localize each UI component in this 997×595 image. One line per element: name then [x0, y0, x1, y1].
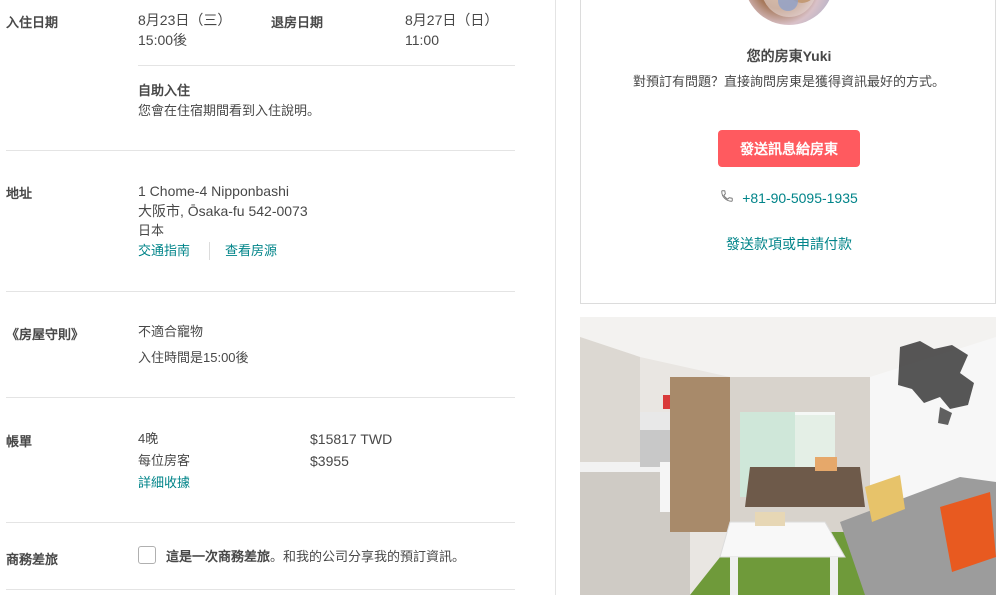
business-trip-text: 這是一次商務差旅。和我的公司分享我的預訂資訊。	[166, 547, 465, 567]
host-card: 您的房東Yuki 對預訂有問題？直接詢問房東是獲得資訊最好的方式。 發送訊息給房…	[580, 0, 996, 304]
host-photo-icon	[763, 0, 815, 17]
room-photo-image	[580, 317, 996, 595]
house-rule-checkin-time: 入住時間是15:00後	[138, 350, 249, 365]
view-listing-link[interactable]: 查看房源	[225, 241, 277, 261]
divider	[138, 65, 515, 66]
address-line1: 1 Chome-4 Nipponbashi	[138, 183, 289, 199]
host-name: 您的房東Yuki	[746, 48, 832, 64]
self-checkin-title: 自助入住	[138, 83, 191, 98]
host-phone-link[interactable]: +81-90-5095-1935	[742, 190, 858, 206]
reservation-details: 入住日期 8月23日（三） 15:00後 退房日期 8月27日（日） 11:00…	[0, 0, 515, 595]
checkin-label: 入住日期	[6, 15, 59, 30]
checkout-date: 8月27日（日）	[405, 12, 499, 28]
bill-nights-amount: $15817 TWD	[310, 431, 393, 447]
self-checkin-desc: 您會在住宿期間看到入住說明。	[138, 103, 321, 118]
phone-row: +81-90-5095-1935	[581, 189, 997, 206]
bill-nights-label: 4晚	[138, 431, 159, 446]
address-line3: 日本	[138, 223, 165, 238]
address-label: 地址	[6, 186, 33, 201]
section-divider	[6, 397, 515, 398]
section-divider	[6, 522, 515, 523]
phone-icon	[720, 189, 734, 206]
message-host-button[interactable]: 發送訊息給房東	[718, 130, 860, 167]
bill-per-guest-amount: $3955	[310, 453, 349, 469]
bill-label: 帳單	[6, 434, 33, 449]
business-trip-rest: 。和我的公司分享我的預訂資訊。	[270, 549, 466, 564]
section-divider	[6, 291, 515, 292]
receipt-link[interactable]: 詳細收據	[138, 473, 190, 493]
checkout-label: 退房日期	[271, 15, 324, 30]
house-rule-pets: 不適合寵物	[138, 324, 204, 339]
business-label: 商務差旅	[6, 552, 59, 567]
section-divider	[6, 589, 515, 590]
section-divider	[6, 150, 515, 151]
checkout-time: 11:00	[405, 32, 439, 48]
avatar[interactable]	[744, 0, 834, 25]
payment-link[interactable]: 發送款項或申請付款	[581, 234, 997, 254]
business-trip-checkbox[interactable]	[138, 546, 156, 564]
column-divider	[555, 0, 556, 595]
listing-photo[interactable]	[580, 317, 996, 595]
directions-link[interactable]: 交通指南	[138, 241, 190, 261]
bill-per-guest-label: 每位房客	[138, 453, 191, 468]
host-description: 對預訂有問題？直接詢問房東是獲得資訊最好的方式。	[632, 74, 945, 89]
house-rules-label: 《房屋守則》	[6, 327, 85, 342]
link-separator	[209, 242, 210, 260]
checkin-time: 15:00後	[138, 32, 188, 48]
business-trip-bold: 這是一次商務差旅	[166, 549, 271, 564]
address-line2: 大阪市, Ōsaka-fu 542-0073	[138, 203, 308, 219]
checkin-date: 8月23日（三）	[138, 12, 232, 28]
